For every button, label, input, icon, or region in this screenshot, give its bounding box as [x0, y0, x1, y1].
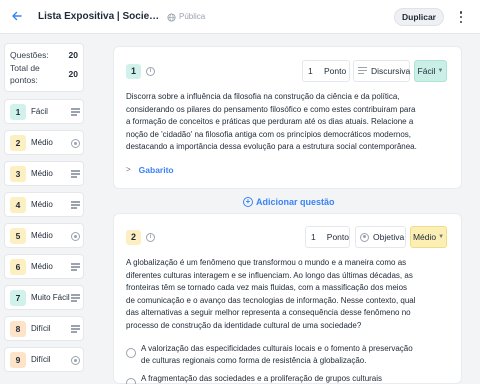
- points-unit: Ponto: [326, 232, 349, 242]
- info-icon[interactable]: i: [146, 67, 155, 76]
- radio-icon: [71, 356, 80, 365]
- question-number-badge: 6: [10, 259, 26, 275]
- difficulty-label: Fácil: [31, 107, 48, 116]
- question-number-badge: 5: [10, 228, 26, 244]
- difficulty-label: Fácil: [417, 66, 436, 76]
- add-question-label: Adicionar questão: [256, 197, 335, 207]
- question-type-label: Discursiva: [371, 66, 411, 76]
- difficulty-label: Médio: [31, 138, 53, 147]
- chevron-down-icon: ▼: [438, 234, 445, 240]
- option-radio[interactable]: [126, 378, 136, 384]
- question-number-badge: 7: [10, 290, 26, 306]
- question-type-select[interactable]: Discursiva: [353, 60, 410, 82]
- points-value: 1: [308, 66, 313, 76]
- question-number-badge: 2: [10, 135, 26, 151]
- questions-count: 20: [68, 50, 78, 60]
- points-field[interactable]: 1 Ponto: [302, 60, 350, 82]
- questions-label: Questões:: [10, 50, 49, 60]
- question-number-badge: 3: [10, 166, 26, 182]
- more-vertical-icon[interactable]: [456, 9, 466, 25]
- chevron-down-icon: ▼: [437, 68, 444, 74]
- sidebar-question-item[interactable]: 3 Médio: [4, 161, 84, 186]
- page-title: Lista Expositiva | Sociedade e Política: [38, 11, 160, 22]
- sidebar-question-item[interactable]: 2 Médio: [4, 130, 84, 155]
- lines-icon: [71, 294, 80, 303]
- lines-icon: [71, 201, 80, 210]
- option-a[interactable]: A valorização das especificidades cultur…: [126, 343, 419, 368]
- option-b[interactable]: A fragmentação das sociedades e a prolif…: [126, 373, 419, 384]
- question-type-select[interactable]: Objetiva: [355, 226, 406, 248]
- option-text: A valorização das especificidades cultur…: [141, 344, 413, 366]
- option-radio[interactable]: [126, 348, 136, 358]
- visibility-text: Pública: [179, 12, 206, 21]
- visibility-label: Pública: [167, 11, 205, 23]
- question-number: 1: [126, 64, 141, 79]
- difficulty-label: Médio: [412, 232, 437, 242]
- difficulty-label: Difícil: [31, 355, 51, 364]
- stats-panel: Questões: 20 Total de pontos: 20: [4, 43, 84, 92]
- add-question-button[interactable]: + Adicionar questão: [243, 196, 335, 208]
- question-statement: A globalização é um fenômeno que transfo…: [126, 258, 416, 330]
- radio-icon: [360, 232, 369, 242]
- points-unit: Ponto: [324, 66, 347, 76]
- difficulty-select[interactable]: Fácil ▼: [414, 60, 447, 82]
- difficulty-label: Médio: [31, 169, 53, 178]
- info-icon[interactable]: i: [146, 233, 155, 242]
- points-field[interactable]: 1 Ponto: [305, 226, 350, 248]
- answer-key-toggle[interactable]: > Gabarito: [126, 164, 174, 176]
- chevron-right-icon: >: [126, 165, 131, 174]
- lines-icon: [71, 325, 80, 334]
- question-number-badge: 9: [10, 352, 26, 368]
- sidebar-question-item[interactable]: 9 Difícil: [4, 347, 84, 372]
- question-statement: Discorra sobre a influência da filosofia…: [126, 92, 417, 152]
- difficulty-label: Difícil: [31, 324, 51, 333]
- lines-icon: [71, 108, 80, 117]
- radio-icon: [71, 232, 80, 241]
- points-value: 1: [311, 232, 316, 242]
- lines-icon: [358, 66, 367, 76]
- sidebar-question-item[interactable]: 5 Médio: [4, 223, 84, 248]
- sidebar-question-item[interactable]: 4 Médio: [4, 192, 84, 217]
- points-label: Total de pontos:: [10, 63, 40, 85]
- sidebar-question-item[interactable]: 1 Fácil: [4, 99, 84, 124]
- difficulty-label: Médio: [31, 262, 53, 271]
- answer-key-label: Gabarito: [138, 165, 174, 175]
- lines-icon: [71, 170, 80, 179]
- difficulty-select[interactable]: Médio ▼: [410, 226, 447, 248]
- plus-circle-icon: +: [243, 197, 253, 207]
- question-number-badge: 4: [10, 197, 26, 213]
- question-number: 2: [126, 230, 141, 245]
- question-number-badge: 1: [10, 104, 26, 120]
- question-type-label: Objetiva: [373, 232, 405, 242]
- globe-icon: [167, 12, 176, 22]
- difficulty-label: Médio: [31, 231, 53, 240]
- difficulty-label: Médio: [31, 200, 53, 209]
- top-bar: Lista Expositiva | Sociedade e Política …: [0, 0, 480, 34]
- arrow-left-icon[interactable]: [9, 10, 25, 24]
- duplicate-button[interactable]: Duplicar: [394, 8, 444, 26]
- question-number-badge: 8: [10, 321, 26, 337]
- points-total: 20: [68, 69, 78, 79]
- sidebar-question-item[interactable]: 8 Difícil: [4, 316, 84, 341]
- difficulty-label: Muito Fácil: [31, 293, 70, 302]
- lines-icon: [71, 263, 80, 272]
- option-text: A fragmentação das sociedades e a prolif…: [141, 374, 383, 383]
- radio-icon: [71, 139, 80, 148]
- question-sidebar: Questões: 20 Total de pontos: 20 1 Fácil 2…: [0, 34, 98, 384]
- sidebar-question-item[interactable]: 7 Muito Fácil: [4, 285, 84, 310]
- sidebar-question-item[interactable]: 6 Médio: [4, 254, 84, 279]
